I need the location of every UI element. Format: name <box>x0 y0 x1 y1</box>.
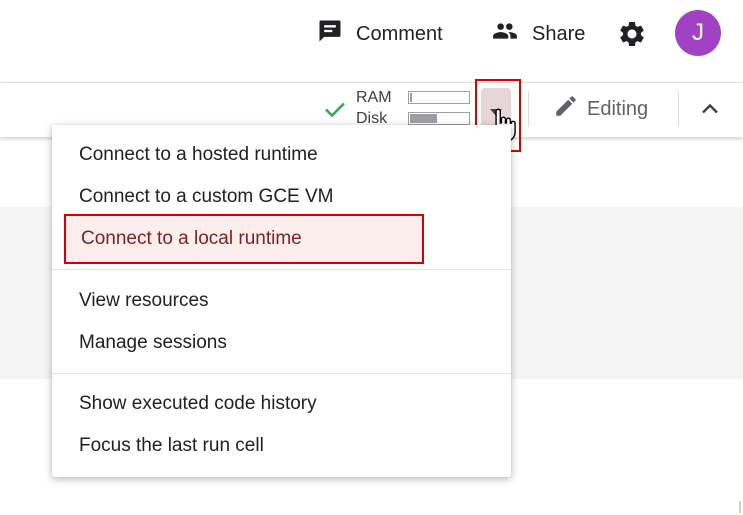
menu-item-focus-last-run-cell[interactable]: Focus the last run cell <box>52 426 511 466</box>
comment-icon <box>316 17 344 51</box>
avatar[interactable]: J <box>675 10 721 56</box>
ram-meter <box>408 91 470 104</box>
menu-divider <box>52 373 511 374</box>
pencil-icon <box>553 93 579 125</box>
ram-label: RAM <box>356 89 392 106</box>
comment-button[interactable]: Comment <box>316 18 443 50</box>
settings-button[interactable] <box>617 19 647 49</box>
scrollbar-stub[interactable] <box>739 501 741 513</box>
collapse-header-button[interactable] <box>698 97 722 126</box>
disk-meter-fill <box>410 114 437 123</box>
share-label: Share <box>532 22 586 45</box>
menu-divider <box>52 269 511 270</box>
toolbar-divider-2 <box>678 91 679 127</box>
menu-item-connect-local-runtime[interactable]: Connect to a local runtime <box>64 214 424 264</box>
editing-label: Editing <box>587 97 649 120</box>
menu-item-manage-sessions[interactable]: Manage sessions <box>52 323 511 363</box>
runtime-menu: Connect to a hosted runtime Connect to a… <box>52 125 511 477</box>
editing-mode-button[interactable]: Editing <box>553 95 648 123</box>
menu-item-show-executed-code-history[interactable]: Show executed code history <box>52 384 511 424</box>
gear-icon <box>617 21 647 53</box>
people-icon <box>490 18 520 50</box>
comment-label: Comment <box>356 22 443 45</box>
menu-item-connect-custom-gce-vm[interactable]: Connect to a custom GCE VM <box>52 177 511 217</box>
resource-monitor[interactable]: RAM Disk <box>356 87 470 129</box>
share-button[interactable]: Share <box>490 18 585 50</box>
disk-meter <box>408 112 470 125</box>
toolbar-divider <box>528 91 529 127</box>
ram-meter-fill <box>410 93 412 102</box>
connected-check-icon <box>322 97 348 126</box>
menu-item-view-resources[interactable]: View resources <box>52 281 511 321</box>
menu-item-connect-hosted-runtime[interactable]: Connect to a hosted runtime <box>52 135 511 175</box>
chevron-up-icon <box>698 103 722 125</box>
avatar-initial: J <box>692 19 704 46</box>
